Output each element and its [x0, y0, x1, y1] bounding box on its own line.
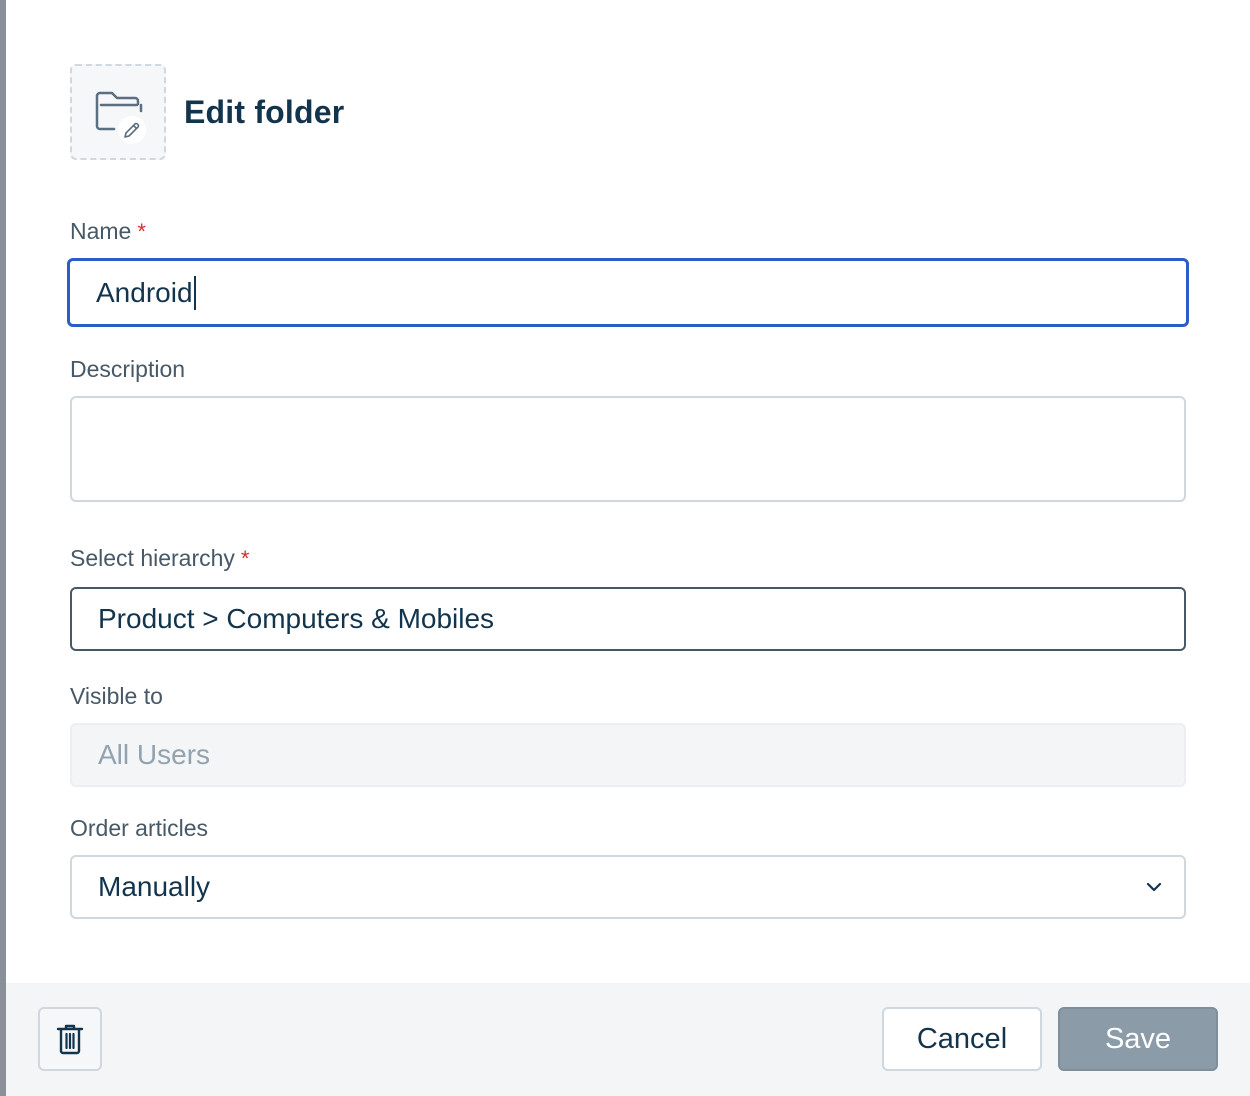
hierarchy-label-text: Select hierarchy: [70, 545, 235, 571]
trash-icon: [56, 1024, 84, 1055]
description-label-text: Description: [70, 356, 186, 382]
name-label-text: Name: [70, 218, 132, 244]
order-articles-select[interactable]: Manually: [70, 855, 1186, 919]
visible-to-field: All Users: [70, 723, 1186, 787]
order-articles-label-text: Order articles: [70, 815, 209, 841]
visible-to-value: All Users: [98, 739, 211, 770]
order-articles-label: Order articles: [70, 815, 208, 842]
hierarchy-label: Select hierarchy *: [70, 545, 249, 572]
folder-edit-icon: [70, 64, 166, 160]
hierarchy-value: Product > Computers & Mobiles: [98, 603, 495, 634]
delete-button[interactable]: [38, 1007, 102, 1071]
order-articles-value: Manually: [98, 871, 211, 902]
name-input[interactable]: Android: [67, 258, 1189, 327]
name-label: Name *: [70, 218, 146, 245]
edit-folder-modal: Edit folder Name * Android Description S…: [6, 0, 1250, 1096]
description-textarea[interactable]: [70, 396, 1186, 502]
required-mark: *: [137, 218, 146, 244]
cancel-button[interactable]: Cancel: [882, 1007, 1042, 1071]
description-label: Description: [70, 356, 185, 383]
save-button[interactable]: Save: [1058, 1007, 1218, 1071]
modal-header: Edit folder: [70, 64, 344, 160]
hierarchy-select[interactable]: Product > Computers & Mobiles: [70, 587, 1186, 651]
visible-to-label-text: Visible to: [70, 683, 163, 709]
modal-footer: Cancel Save: [6, 983, 1250, 1096]
text-caret: [193, 275, 196, 310]
visible-to-label: Visible to: [70, 683, 163, 710]
name-input-value: Android: [96, 276, 193, 308]
required-mark: *: [240, 545, 250, 571]
pencil-icon: [118, 116, 146, 144]
modal-title: Edit folder: [184, 93, 345, 130]
chevron-down-icon: [1146, 882, 1162, 892]
